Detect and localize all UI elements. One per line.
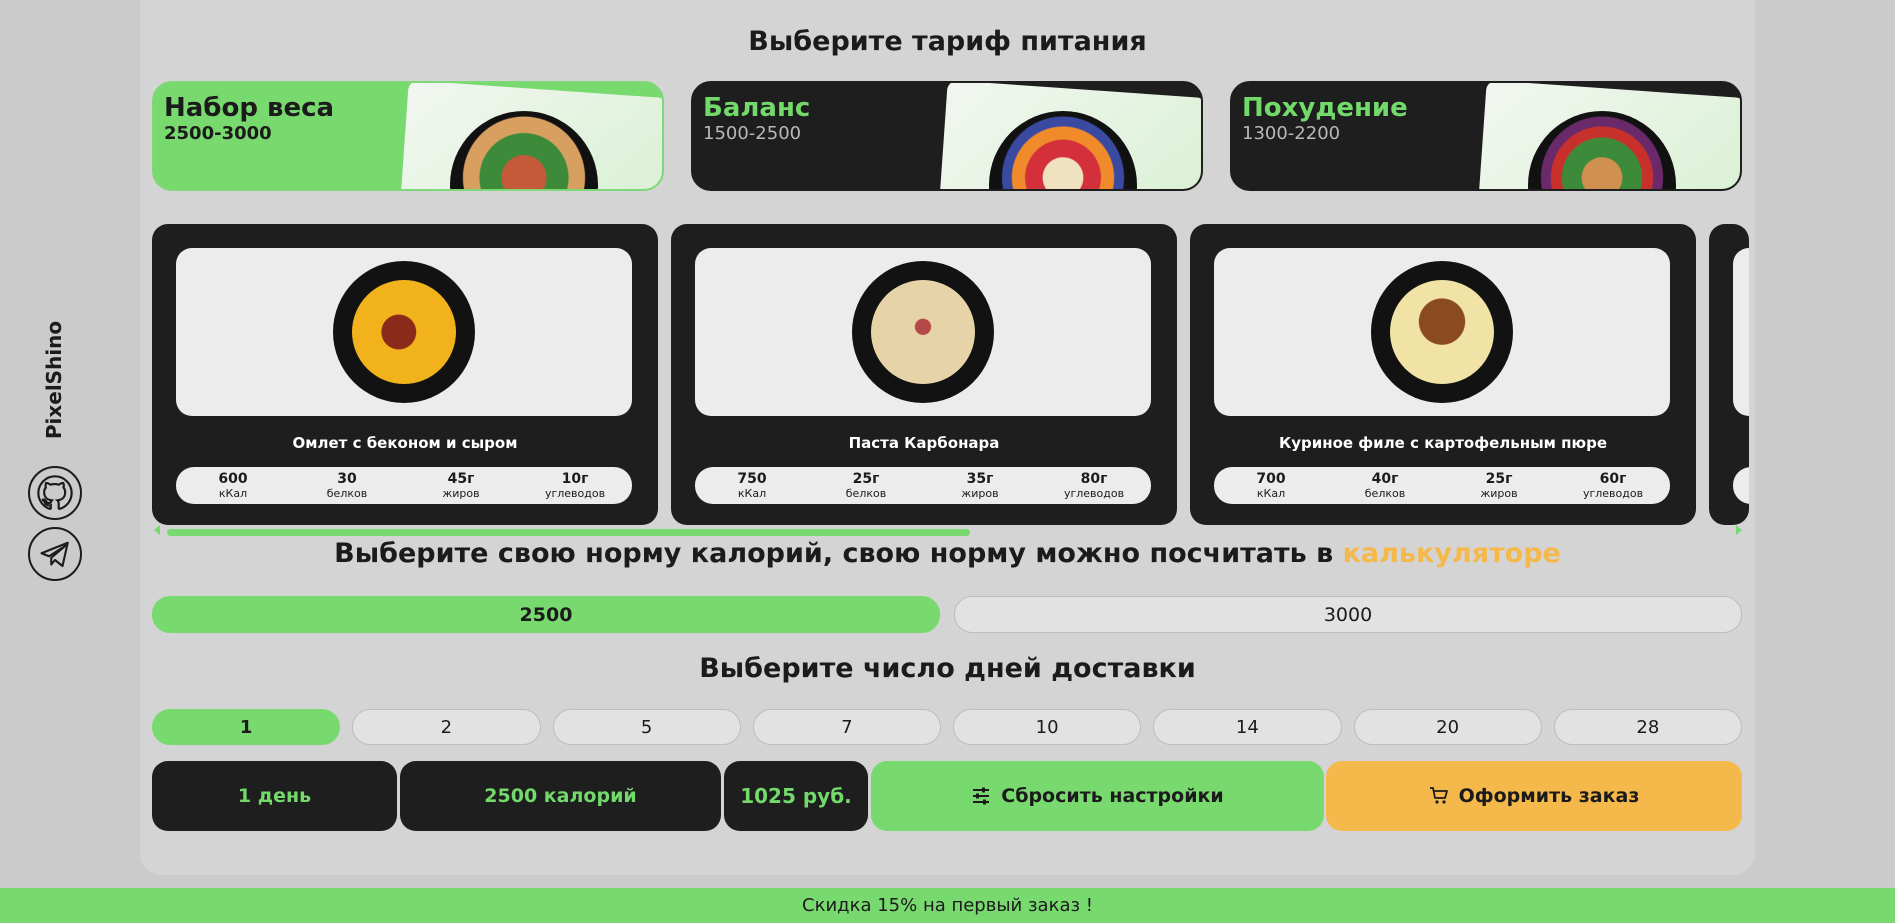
day-option-1[interactable]: 1 xyxy=(152,709,341,745)
macro-protein: 40г xyxy=(1371,471,1399,487)
dish-macros xyxy=(1733,467,1749,504)
plan-range: 2500-3000 xyxy=(164,123,272,144)
dish-image-box xyxy=(695,248,1151,416)
macro-fat: 35г xyxy=(966,471,994,487)
macro-carbs-label: углеводов xyxy=(1582,487,1644,500)
macro-protein-label: белков xyxy=(1364,487,1406,500)
calculator-link[interactable]: калькуляторе xyxy=(1343,538,1561,569)
dish-card[interactable]: Паста Карбонара 750 кКал 25г белков 35г жир… xyxy=(671,224,1177,525)
plan-name: Похудение xyxy=(1242,93,1408,123)
dish-scrollbar[interactable] xyxy=(167,529,970,536)
day-option-5[interactable]: 5 xyxy=(552,709,741,745)
dish-card-partial[interactable] xyxy=(1709,224,1749,525)
macro-protein: 25г xyxy=(852,471,880,487)
calories-heading-text: Выберите свою норму калорий, свою норму … xyxy=(334,538,1343,569)
telegram-link[interactable] xyxy=(28,527,82,581)
macro-carbs-label: углеводов xyxy=(544,487,606,500)
day-option-7[interactable]: 7 xyxy=(752,709,941,745)
main-panel: Выберите тариф питания Набор веса 2500-3… xyxy=(140,0,1755,875)
macro-protein-label: белков xyxy=(845,487,887,500)
macro-kcal-label: кКал xyxy=(218,487,248,500)
plan-card-gain[interactable]: Набор веса 2500-3000 xyxy=(152,81,664,191)
dish-name: Омлет с беконом и сыром xyxy=(292,434,518,452)
reset-settings-label: Сбросить настройки xyxy=(1001,785,1224,807)
promo-banner: Скидка 15% на первый заказ ! xyxy=(0,888,1895,923)
macro-carbs: 10г xyxy=(561,471,589,487)
dish-image xyxy=(1371,261,1513,403)
macro-fat: 25г xyxy=(1485,471,1513,487)
dish-macros: 750 кКал 25г белков 35г жиров 80г углеводов xyxy=(695,467,1151,504)
sliders-icon xyxy=(973,787,990,805)
calories-heading: Выберите свою норму калорий, свою норму … xyxy=(140,538,1755,569)
macro-kcal: 600 xyxy=(218,471,248,487)
brand-logo: PixelShino xyxy=(42,320,66,440)
macro-fat-label: жиров xyxy=(1480,487,1518,500)
macro-kcal-label: кКал xyxy=(737,487,767,500)
sidebar: PixelShino xyxy=(0,0,110,888)
dish-image xyxy=(333,261,475,403)
summary-calories: 2500 калорий xyxy=(400,761,721,831)
scroll-left-arrow[interactable] xyxy=(154,525,160,535)
summary-days: 1 день xyxy=(152,761,397,831)
telegram-icon xyxy=(40,541,69,568)
scroll-right-arrow[interactable] xyxy=(1736,525,1742,535)
dish-macros: 700 кКал 40г белков 25г жиров 60г углеводов xyxy=(1214,467,1670,504)
plan-range: 1300-2200 xyxy=(1242,123,1341,144)
tariff-heading: Выберите тариф питания xyxy=(748,26,1147,57)
plan-name: Набор веса xyxy=(164,93,335,123)
dish-image xyxy=(852,261,994,403)
summary-price: 1025 руб. xyxy=(724,761,868,831)
macro-fat-label: жиров xyxy=(961,487,999,500)
macro-carbs: 60г xyxy=(1599,471,1627,487)
day-option-20[interactable]: 20 xyxy=(1353,709,1542,745)
plan-range: 1500-2500 xyxy=(703,123,802,144)
days-selector: 1 2 5 7 10 14 20 28 xyxy=(152,709,1742,745)
place-order-label: Оформить заказ xyxy=(1458,785,1640,807)
day-option-10[interactable]: 10 xyxy=(953,709,1142,745)
day-option-2[interactable]: 2 xyxy=(352,709,541,745)
days-heading: Выберите число дней доставки xyxy=(699,653,1196,684)
dish-image-box xyxy=(1214,248,1670,416)
dish-card[interactable]: Омлет с беконом и сыром 600 кКал 30 белков… xyxy=(152,224,658,525)
macro-carbs: 80г xyxy=(1080,471,1108,487)
macro-protein: 30 xyxy=(337,471,357,487)
macro-protein-label: белков xyxy=(326,487,368,500)
dish-name: Паста Карбонара xyxy=(848,434,1000,452)
calorie-option-2500[interactable]: 2500 xyxy=(152,596,940,633)
macro-fat-label: жиров xyxy=(442,487,480,500)
reset-settings-button[interactable]: Сбросить настройки xyxy=(871,761,1324,831)
dish-macros: 600 кКал 30 белков 45г жиров 10г углеводов xyxy=(176,467,632,504)
day-option-28[interactable]: 28 xyxy=(1553,709,1742,745)
dish-image-box xyxy=(176,248,632,416)
macro-kcal-label: кКал xyxy=(1256,487,1286,500)
plan-card-balance[interactable]: Баланс 1500-2500 xyxy=(691,81,1203,191)
dish-name: Куриное филе с картофельным пюре xyxy=(1278,434,1608,452)
calorie-option-3000[interactable]: 3000 xyxy=(954,596,1742,633)
dish-card[interactable]: Куриное филе с картофельным пюре 700 кКал… xyxy=(1190,224,1696,525)
github-icon xyxy=(37,475,73,510)
place-order-button[interactable]: Оформить заказ xyxy=(1326,761,1742,831)
macro-carbs-label: углеводов xyxy=(1063,487,1125,500)
plan-name: Баланс xyxy=(703,93,811,123)
macro-kcal: 700 xyxy=(1256,471,1286,487)
github-link[interactable] xyxy=(28,466,82,520)
macro-kcal: 750 xyxy=(737,471,767,487)
macro-fat: 45г xyxy=(447,471,475,487)
cart-icon xyxy=(1429,787,1448,804)
day-option-14[interactable]: 14 xyxy=(1153,709,1342,745)
dish-image-box xyxy=(1733,248,1749,416)
plan-card-loss[interactable]: Похудение 1300-2200 xyxy=(1230,81,1742,191)
